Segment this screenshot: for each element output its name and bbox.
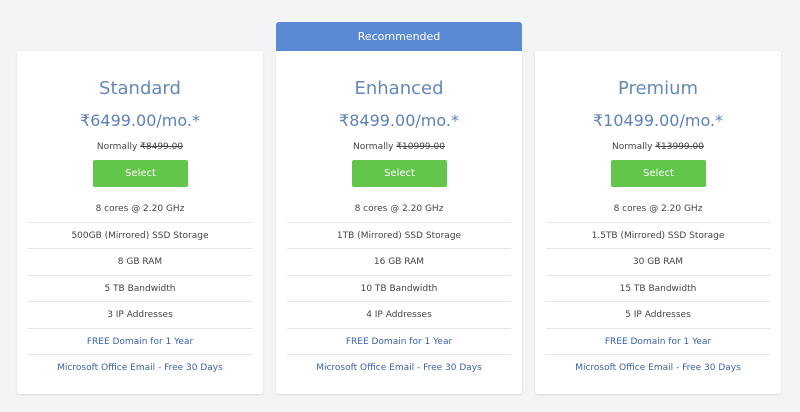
recommended-banner: Recommended — [276, 22, 522, 51]
feature-ip-addresses: 4 IP Addresses — [287, 302, 511, 329]
plan-card-enhanced: Enhanced ₹8499.00/mo.* Normally ₹10999.0… — [276, 51, 522, 394]
feature-ram: 8 GB RAM — [28, 249, 252, 276]
plan-name: Premium — [617, 78, 699, 99]
feature-ip-addresses: 3 IP Addresses — [28, 302, 252, 329]
feature-cpu: 8 cores @ 2.20 GHz — [546, 196, 770, 223]
office-email-link[interactable]: Microsoft Office Email - Free 30 Days — [546, 355, 770, 382]
feature-bandwidth: 10 TB Bandwidth — [287, 276, 511, 302]
select-button-standard[interactable]: Select — [93, 160, 188, 187]
office-email-link[interactable]: Microsoft Office Email - Free 30 Days — [287, 355, 511, 382]
plan-price: ₹6499.00/mo.* — [80, 111, 200, 130]
plan-price: ₹8499.00/mo.* — [339, 111, 459, 130]
feature-ram: 16 GB RAM — [287, 249, 511, 276]
feature-storage: 1TB (Mirrored) SSD Storage — [287, 223, 511, 249]
free-domain-link[interactable]: FREE Domain for 1 Year — [28, 329, 252, 355]
feature-cpu: 8 cores @ 2.20 GHz — [28, 196, 252, 223]
normally-label: Normally — [353, 142, 394, 152]
normal-price-line: Normally ₹13999.00 — [535, 141, 781, 153]
old-price: ₹10999.00 — [396, 142, 445, 152]
normal-price-line: Normally ₹8499.00 — [17, 141, 263, 153]
feature-ip-addresses: 5 IP Addresses — [546, 302, 770, 329]
feature-list: 8 cores @ 2.20 GHz 500GB (Mirrored) SSD … — [17, 196, 263, 382]
old-price: ₹13999.00 — [655, 142, 704, 152]
plan-name: Enhanced — [354, 78, 444, 99]
feature-cpu: 8 cores @ 2.20 GHz — [287, 196, 511, 223]
plan-card-standard: Standard ₹6499.00/mo.* Normally ₹8499.00… — [17, 51, 263, 394]
feature-ram: 30 GB RAM — [546, 249, 770, 276]
office-email-link[interactable]: Microsoft Office Email - Free 30 Days — [28, 355, 252, 382]
select-button-enhanced[interactable]: Select — [352, 160, 447, 187]
select-button-premium[interactable]: Select — [611, 160, 706, 187]
plan-name: Standard — [99, 78, 181, 99]
normally-label: Normally — [96, 142, 138, 152]
feature-bandwidth: 5 TB Bandwidth — [28, 276, 252, 302]
old-price: ₹8499.00 — [140, 142, 184, 152]
feature-list: 8 cores @ 2.20 GHz 1TB (Mirrored) SSD St… — [276, 196, 522, 382]
normally-label: Normally — [612, 142, 653, 152]
feature-storage: 500GB (Mirrored) SSD Storage — [28, 223, 252, 249]
plan-card-premium: Premium ₹10499.00/mo.* Normally ₹13999.0… — [535, 51, 781, 394]
feature-list: 8 cores @ 2.20 GHz 1.5TB (Mirrored) SSD … — [535, 196, 781, 382]
free-domain-link[interactable]: FREE Domain for 1 Year — [287, 329, 511, 355]
plan-price: ₹10499.00/mo.* — [592, 111, 724, 130]
normal-price-line: Normally ₹10999.00 — [276, 141, 522, 153]
feature-storage: 1.5TB (Mirrored) SSD Storage — [546, 223, 770, 249]
feature-bandwidth: 15 TB Bandwidth — [546, 276, 770, 302]
free-domain-link[interactable]: FREE Domain for 1 Year — [546, 329, 770, 355]
